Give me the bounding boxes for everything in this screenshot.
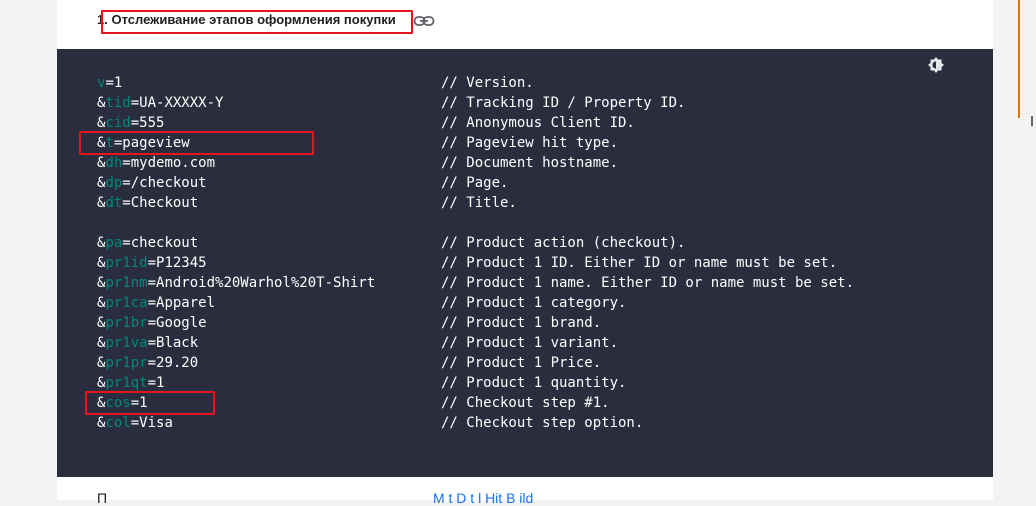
code-line: &dp=/checkout (97, 173, 207, 193)
param-name: pr1nm (105, 275, 148, 291)
param-value: =1 (105, 75, 123, 91)
param-name: col (105, 415, 131, 431)
param-value: =P12345 (147, 255, 207, 271)
code-line: &tid=UA-XXXXX-Y (97, 93, 223, 113)
code-block: v=1 // Version. &tid=UA-XXXXX-Y // Tracking… (57, 49, 993, 477)
code-comment: // Version. (441, 75, 534, 91)
param-name: pr1pr (105, 355, 148, 371)
code-comment: // Document hostname. (441, 155, 619, 171)
footer-text: П M t D t l Hit B ild (97, 490, 533, 506)
param-name: dt (105, 195, 123, 211)
code-comment: // Product 1 Price. (441, 355, 602, 371)
param-name: dh (105, 155, 123, 171)
param-name: pa (105, 235, 123, 251)
code-comment: // Checkout step #1. (441, 395, 610, 411)
param-value: =29.20 (147, 355, 199, 371)
param-name: tid (105, 95, 131, 111)
code-comment: // Checkout step option. (441, 415, 644, 431)
code-comment: // Product 1 brand. (441, 315, 602, 331)
param-value: =UA-XXXXX-Y (130, 95, 224, 111)
param-value: =Google (147, 315, 207, 331)
highlight-box-checkout-step (85, 391, 215, 415)
code-line: &pr1br=Google (97, 313, 207, 333)
param-value: =Apparel (147, 295, 216, 311)
right-edge-mark (1031, 116, 1033, 126)
param-name: pr1id (105, 255, 148, 271)
hit-builder-link[interactable]: M t D t l Hit B ild (433, 490, 533, 506)
code-line: &pr1ca=Apparel (97, 293, 215, 313)
code-line: &pr1qt=1 (97, 373, 164, 393)
param-value: =mydemo.com (122, 155, 216, 171)
code-comment: // Product 1 name. Either ID or name mus… (441, 275, 855, 291)
code-line: &pr1nm=Android%20Warhol%20T-Shirt (97, 273, 375, 293)
param-value: =checkout (122, 235, 199, 251)
param-name: pr1ca (105, 295, 148, 311)
code-line: &pa=checkout (97, 233, 198, 253)
code-line: &col=Visa (97, 413, 173, 433)
code-comment: // Product 1 quantity. (441, 375, 627, 391)
param-value: =1 (147, 375, 165, 391)
param-name: pr1qt (105, 375, 148, 391)
param-name: pr1br (105, 315, 148, 331)
param-value: =555 (130, 115, 165, 131)
theme-toggle-icon[interactable] (927, 56, 945, 74)
param-name: dp (105, 175, 123, 191)
param-name: cid (105, 115, 131, 131)
code-comment: // Page. (441, 175, 509, 191)
code-comment: // Anonymous Client ID. (441, 115, 635, 131)
param-value: =/checkout (122, 175, 207, 191)
code-comment: // Product 1 ID. Either ID or name must … (441, 255, 838, 271)
code-line: &pr1va=Black (97, 333, 198, 353)
code-line: v=1 (97, 73, 122, 93)
code-line: &dh=mydemo.com (97, 153, 215, 173)
code-line: &pr1pr=29.20 (97, 353, 198, 373)
heading-highlight-box (101, 10, 413, 34)
right-accent-bar (1018, 0, 1020, 118)
code-line: &pr1id=P12345 (97, 253, 207, 273)
code-comment: // Tracking ID / Property ID. (441, 95, 686, 111)
param-value: =Visa (130, 415, 173, 431)
code-comment: // Product 1 variant. (441, 335, 619, 351)
link-icon[interactable] (413, 12, 435, 30)
param-value: =Android%20Warhol%20T-Shirt (147, 275, 376, 291)
footer-prefix: П (97, 490, 108, 506)
code-comment: // Pageview hit type. (441, 135, 619, 151)
param-value: =Black (147, 335, 199, 351)
code-comment: // Title. (441, 195, 517, 211)
code-comment: // Product action (checkout). (441, 235, 686, 251)
code-line: &dt=Checkout (97, 193, 198, 213)
param-value: =Checkout (122, 195, 199, 211)
code-comment: // Product 1 category. (441, 295, 627, 311)
content-card: 1. Отслеживание этапов оформления покупк… (57, 0, 993, 506)
code-line: &cid=555 (97, 113, 164, 133)
param-name: pr1va (105, 335, 148, 351)
highlight-box-hit-type (79, 131, 314, 155)
